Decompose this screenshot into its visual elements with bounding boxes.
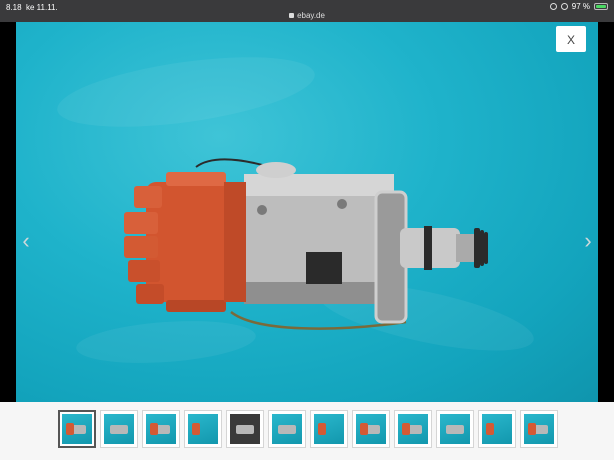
lock-icon <box>289 13 295 18</box>
thumbnail-9[interactable] <box>394 410 432 448</box>
image-viewer: X ‹ › <box>0 22 614 402</box>
battery-fill <box>596 5 606 8</box>
status-icons: 97 % <box>549 2 608 11</box>
thumbnail-2[interactable] <box>100 410 138 448</box>
thumbnail-strip <box>0 402 614 460</box>
thumbnail-10[interactable] <box>436 410 474 448</box>
previous-image-arrow-icon[interactable]: ‹ <box>18 228 34 254</box>
thumbnail-6[interactable] <box>268 410 306 448</box>
thumbnail-11[interactable] <box>478 410 516 448</box>
url-text: ebay.de <box>297 11 325 20</box>
thumbnail-12[interactable] <box>520 410 558 448</box>
link-icon <box>549 3 557 10</box>
thumbnail-1[interactable] <box>58 410 96 448</box>
address-bar[interactable]: ebay.de <box>0 11 614 20</box>
close-button[interactable]: X <box>556 26 586 52</box>
thumbnail-3[interactable] <box>142 410 180 448</box>
product-photo[interactable]: X <box>16 22 598 402</box>
distributor-image <box>124 158 488 330</box>
battery-icon <box>594 3 608 10</box>
thumbnail-7[interactable] <box>310 410 348 448</box>
thumbnail-5[interactable] <box>226 410 264 448</box>
next-image-arrow-icon[interactable]: › <box>580 228 596 254</box>
thumbnail-4[interactable] <box>184 410 222 448</box>
rotation-lock-icon <box>560 3 568 10</box>
status-bar: 8.18 ke 11.11. ebay.de 97 % <box>0 0 614 22</box>
battery-percent: 97 % <box>571 2 590 11</box>
thumbnail-8[interactable] <box>352 410 390 448</box>
